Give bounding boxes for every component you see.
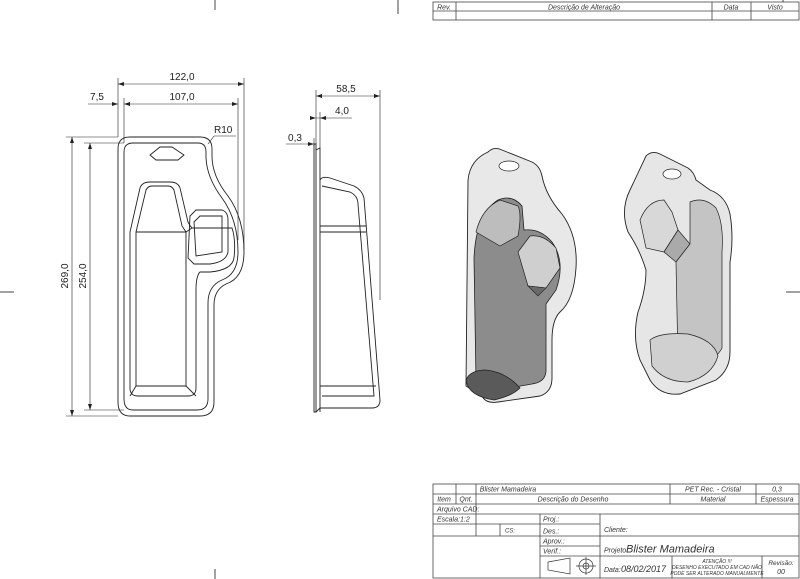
radius-dim: R10 (214, 125, 233, 136)
front-view (117, 136, 245, 417)
projection-symbol-icon (547, 557, 596, 575)
date-header: Data (724, 5, 739, 12)
item-thickness: 0,3 (772, 487, 782, 494)
inner-height-dim: 254,0 (78, 263, 89, 288)
revisao-label: Revisão: (768, 560, 793, 567)
attention-line1: DESENHO EXECUTADO EM CAD NÃO (672, 564, 762, 571)
isometric-view-front (465, 147, 577, 403)
overall-height-dim: 269,0 (60, 263, 71, 288)
flange-dim: 4,0 (335, 106, 349, 117)
rev-header: Rev. (437, 5, 451, 12)
overall-width-dim: 122,0 (169, 72, 194, 83)
thickness-dim: 0,3 (288, 133, 302, 144)
offset-dim: 7,5 (90, 92, 104, 103)
cs-label: CS: (505, 529, 515, 535)
item-description: Blister Mamadeira (480, 487, 537, 494)
inner-width-dim: 107,0 (169, 92, 194, 103)
item-material: PET Rec. - Cristal (685, 487, 741, 494)
item-header: Item (437, 497, 451, 504)
projeto-value: Blister Mamadeira (626, 544, 715, 556)
data-label: Data: (604, 567, 621, 574)
escala-value: 1:2 (460, 517, 470, 524)
technical-drawing: Rev. Descrição de Alteração Data Visto 1… (0, 0, 800, 579)
revisao-value: 00 (777, 569, 785, 576)
attention-line2: PODE SER ALTERADO MANUALMENTE (670, 571, 764, 577)
visto-header: Visto (767, 5, 783, 12)
des-label: Des.: (543, 529, 559, 536)
cliente-label: Cliente: (604, 527, 628, 534)
isometric-view-back (624, 151, 733, 395)
revision-block: Rev. Descrição de Alteração Data Visto (432, 1, 800, 21)
side-view (313, 143, 381, 413)
escala-label: Escala: (437, 517, 460, 524)
material-header: Material (701, 497, 726, 504)
data-value: 08/02/2017 (621, 564, 667, 574)
depth-dim: 58,5 (336, 84, 356, 95)
proj-label: Proj.: (543, 517, 559, 524)
thickness-header: Espessura (760, 497, 793, 504)
side-dimensions (286, 90, 381, 300)
verif-label: Verif.: (543, 549, 561, 556)
description-header: Descrição do Desenho (538, 497, 609, 504)
aprov-label: Aprov.: (542, 539, 565, 546)
alteration-header: Descrição de Alteração (548, 5, 620, 12)
projeto-label: Projeto: (604, 548, 628, 555)
arquivo-cad-label: Arquivo CAD: (436, 507, 479, 514)
qty-header: Qnt. (459, 497, 472, 504)
attention-title: ATENÇÃO !!! (701, 558, 732, 565)
